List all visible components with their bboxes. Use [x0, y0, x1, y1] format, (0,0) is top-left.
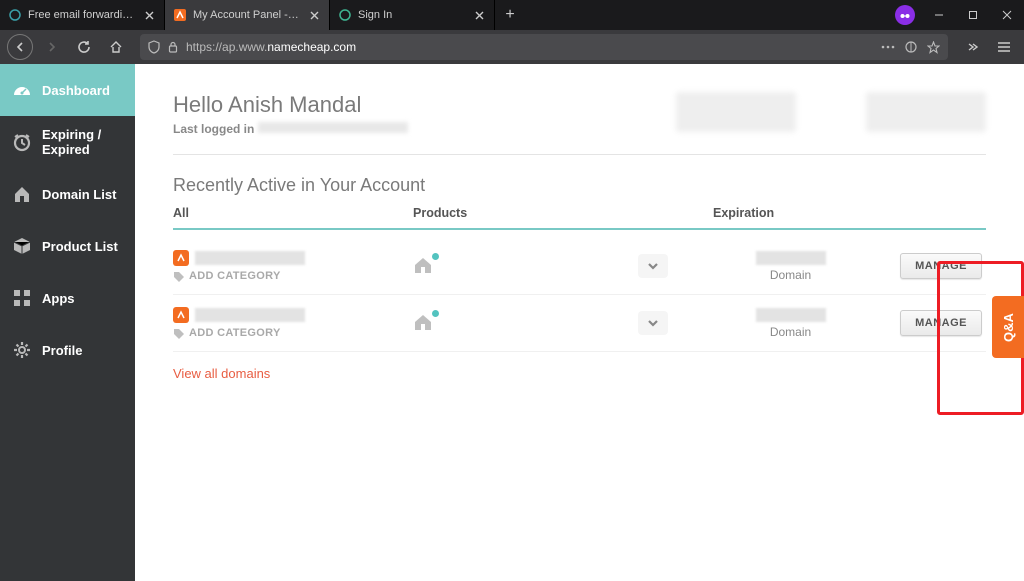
tab-favicon-icon — [338, 8, 352, 22]
product-house-icon — [413, 313, 435, 333]
sidebar-item-dashboard[interactable]: Dashboard — [0, 64, 135, 116]
tab-favicon-icon — [8, 8, 22, 22]
sidebar-item-label: Domain List — [42, 187, 116, 202]
reload-button[interactable] — [70, 33, 98, 61]
sidebar-item-domain-list[interactable]: Domain List — [0, 168, 135, 220]
nav-bar: https://ap.www.namecheap.com — [0, 30, 1024, 64]
sidebar: Dashboard Expiring / Expired Domain List… — [0, 64, 135, 581]
sidebar-item-profile[interactable]: Profile — [0, 324, 135, 376]
url-text: https://ap.www.namecheap.com — [186, 40, 356, 54]
sidebar-item-label: Profile — [42, 343, 82, 358]
url-bar[interactable]: https://ap.www.namecheap.com — [140, 34, 948, 60]
tab-bar: Free email forwarding with Na My Account… — [0, 0, 1024, 30]
column-expiration: Expiration — [713, 206, 868, 220]
browser-tab[interactable]: Free email forwarding with Na — [0, 0, 165, 30]
sidebar-item-expiring[interactable]: Expiring / Expired — [0, 116, 135, 168]
namecheap-icon — [173, 250, 189, 266]
page-title: Hello Anish Mandal — [173, 92, 408, 118]
chevron-down-icon — [646, 261, 660, 271]
domain-name-blurred — [195, 251, 305, 265]
column-all: All — [173, 206, 413, 220]
page: Dashboard Expiring / Expired Domain List… — [0, 64, 1024, 581]
qa-tab[interactable]: Q&A — [992, 296, 1024, 358]
expand-button[interactable] — [638, 254, 668, 278]
domain-name-blurred — [195, 308, 305, 322]
maximize-button[interactable] — [956, 0, 990, 30]
incognito-icon — [888, 5, 922, 25]
product-type-label: Domain — [770, 325, 811, 339]
expand-button[interactable] — [638, 311, 668, 335]
minimize-button[interactable] — [922, 0, 956, 30]
tab-favicon-icon — [173, 8, 187, 22]
box-icon — [12, 236, 32, 256]
sidebar-item-label: Expiring / Expired — [42, 127, 123, 157]
overflow-button[interactable] — [958, 33, 986, 61]
back-button[interactable] — [6, 33, 34, 61]
tab-title: Free email forwarding with Na — [28, 9, 136, 21]
manage-button[interactable]: MANAGE — [900, 310, 982, 336]
expiration-blurred — [756, 251, 826, 265]
sidebar-item-apps[interactable]: Apps — [0, 272, 135, 324]
sidebar-item-label: Dashboard — [42, 83, 110, 98]
view-all-domains-link[interactable]: View all domains — [173, 366, 270, 381]
menu-button[interactable] — [990, 33, 1018, 61]
more-icon[interactable] — [881, 45, 895, 49]
last-logged-label: Last logged in — [173, 122, 408, 136]
chevron-down-icon — [646, 318, 660, 328]
tab-title: My Account Panel - Namecheap — [193, 9, 301, 21]
namecheap-icon — [173, 307, 189, 323]
browser-tab[interactable]: Sign In — [330, 0, 495, 30]
lock-icon — [168, 41, 178, 53]
product-type-label: Domain — [770, 268, 811, 282]
table-header: All Products Expiration — [173, 206, 986, 230]
gauge-icon — [12, 80, 32, 100]
grid-icon — [12, 288, 32, 308]
sidebar-item-label: Apps — [42, 291, 75, 306]
add-category-button[interactable]: ADD CATEGORY — [173, 270, 413, 282]
close-icon[interactable] — [307, 8, 321, 22]
add-category-button[interactable]: ADD CATEGORY — [173, 327, 413, 339]
table-row: ADD CATEGORY Domain MANAGE — [173, 295, 986, 352]
bookmark-icon[interactable] — [927, 41, 940, 54]
forward-button[interactable] — [38, 33, 66, 61]
sidebar-item-product-list[interactable]: Product List — [0, 220, 135, 272]
new-tab-button[interactable]: + — [495, 0, 525, 30]
close-icon[interactable] — [472, 8, 486, 22]
column-products: Products — [413, 206, 713, 220]
sidebar-item-label: Product List — [42, 239, 118, 254]
main-content: Hello Anish Mandal Last logged in Recent… — [135, 64, 1024, 581]
shield-icon — [148, 40, 160, 54]
browser-chrome: Free email forwarding with Na My Account… — [0, 0, 1024, 64]
close-icon[interactable] — [142, 8, 156, 22]
close-window-button[interactable] — [990, 0, 1024, 30]
expiration-blurred — [756, 308, 826, 322]
home-button[interactable] — [102, 33, 130, 61]
product-house-icon — [413, 256, 435, 276]
table-row: ADD CATEGORY Domain MANAGE — [173, 238, 986, 295]
gear-icon — [12, 340, 32, 360]
tag-icon — [173, 271, 185, 282]
clock-icon — [12, 132, 32, 152]
account-summary-blurred — [676, 92, 986, 132]
tab-title: Sign In — [358, 9, 466, 21]
reader-icon[interactable] — [905, 41, 917, 53]
section-title: Recently Active in Your Account — [173, 175, 986, 196]
browser-tab[interactable]: My Account Panel - Namecheap — [165, 0, 330, 30]
manage-button[interactable]: MANAGE — [900, 253, 982, 279]
tag-icon — [173, 328, 185, 339]
house-icon — [12, 184, 32, 204]
